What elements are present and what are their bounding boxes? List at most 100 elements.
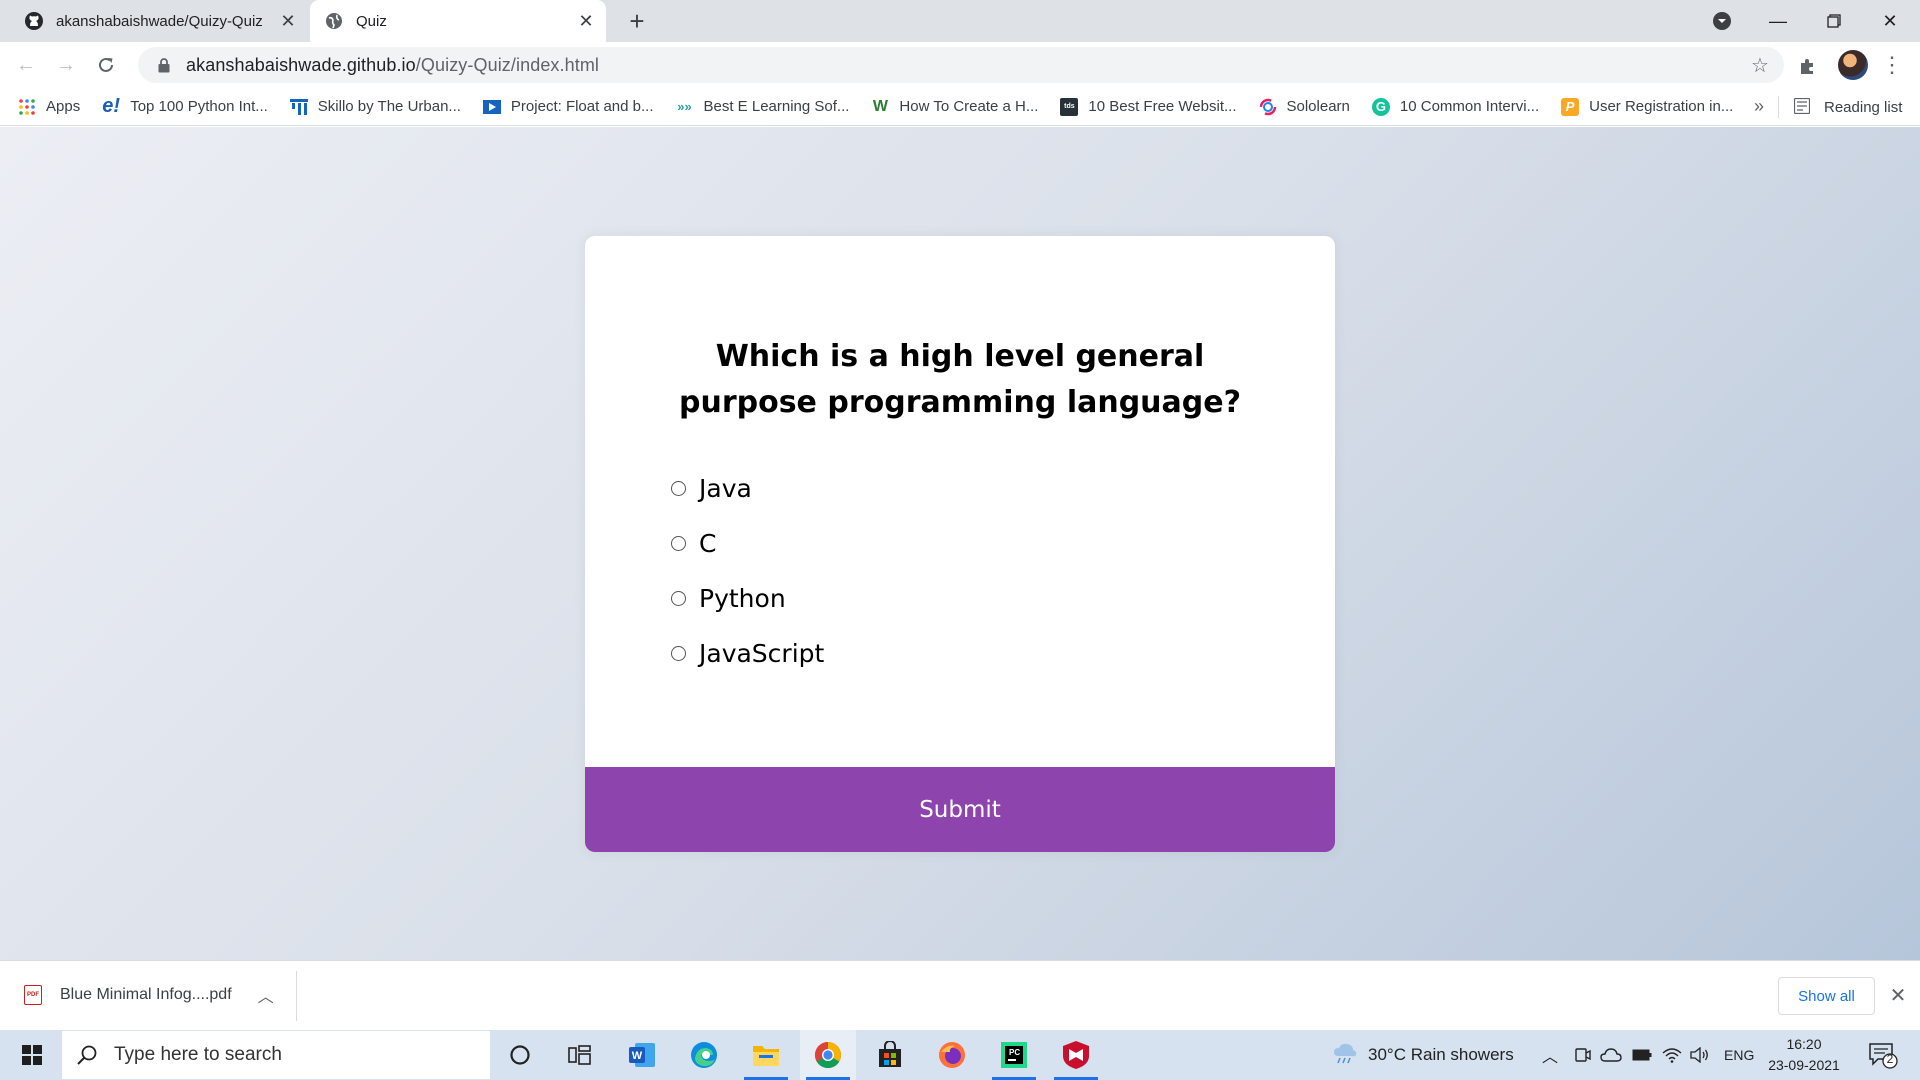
answer-list: Java C Python JavaScript <box>671 461 824 681</box>
address-bar[interactable]: akanshabaishwade.github.io/Quizy-Quiz/in… <box>138 47 1784 83</box>
profile-avatar[interactable] <box>1838 50 1868 80</box>
weather-widget[interactable]: 30°C Rain showers <box>1332 1030 1514 1080</box>
bookmark-item[interactable]: Sololearn <box>1259 98 1350 116</box>
answer-option[interactable]: C <box>671 516 824 571</box>
svg-text:W: W <box>632 1050 643 1062</box>
show-all-button[interactable]: Show all <box>1778 977 1875 1015</box>
answer-option[interactable]: Java <box>671 461 824 516</box>
radio-button[interactable] <box>671 481 686 496</box>
tab-search-icon[interactable] <box>1710 9 1734 33</box>
clock-time: 16:20 <box>1786 1036 1822 1052</box>
radio-button[interactable] <box>671 536 686 551</box>
w-icon: W <box>872 97 888 115</box>
tab-title: Quiz <box>356 12 387 30</box>
reading-list-button[interactable]: Reading list <box>1793 88 1902 126</box>
onedrive-icon[interactable] <box>1600 1030 1622 1080</box>
bookmark-label: Best E Learning Sof... <box>703 98 850 115</box>
close-tab-icon[interactable]: ✕ <box>276 9 300 33</box>
bookmark-apps[interactable]: Apps <box>18 98 80 116</box>
chrome-icon[interactable] <box>800 1030 856 1080</box>
answer-label[interactable]: Python <box>699 584 786 613</box>
mcafee-icon[interactable] <box>1048 1030 1104 1080</box>
close-window-icon[interactable]: ✕ <box>1862 0 1918 42</box>
volume-icon[interactable] <box>1690 1030 1710 1080</box>
bookmark-item[interactable]: »» Best E Learning Sof... <box>676 98 850 116</box>
back-icon[interactable]: ← <box>10 49 42 81</box>
forward-icon[interactable]: → <box>50 49 82 81</box>
language-indicator[interactable]: ENG <box>1724 1030 1754 1080</box>
store-icon[interactable] <box>862 1030 918 1080</box>
windows-start-icon[interactable] <box>8 1030 56 1080</box>
windows-taskbar: Type here to search W PC 30°C Rain showe… <box>0 1030 1920 1080</box>
system-clock[interactable]: 16:20 23-09-2021 <box>1764 1034 1844 1076</box>
search-placeholder: Type here to search <box>114 1044 282 1065</box>
bookmark-item[interactable]: W How To Create a H... <box>871 97 1039 116</box>
chevrons-icon: »» <box>677 99 692 114</box>
close-shelf-icon[interactable]: ✕ <box>1886 983 1910 1007</box>
taskbar-search-box[interactable]: Type here to search <box>62 1031 490 1079</box>
extensions-icon[interactable] <box>1796 54 1820 78</box>
bookmark-label: Skillo by The Urban... <box>317 98 461 115</box>
radio-button[interactable] <box>671 591 686 606</box>
answer-label[interactable]: JavaScript <box>699 639 824 668</box>
show-hidden-icons[interactable]: ︿ <box>1542 1030 1558 1080</box>
page-content: Which is a high level general purpose pr… <box>0 127 1920 960</box>
bookmark-star-icon[interactable]: ☆ <box>1748 53 1772 77</box>
new-tab-button[interactable]: + <box>622 6 652 36</box>
tds-icon: tds <box>1060 97 1079 116</box>
download-item[interactable]: PDF Blue Minimal Infog....pdf ︿ <box>24 977 274 1013</box>
menu-icon[interactable]: ⋮ <box>1880 50 1904 80</box>
answer-option[interactable]: Python <box>671 571 824 626</box>
url-path: /Quizy-Quiz/index.html <box>415 54 600 75</box>
bookmark-item[interactable]: G 10 Common Intervi... <box>1371 97 1539 116</box>
word-icon[interactable]: W <box>614 1030 670 1080</box>
cortana-icon[interactable] <box>492 1030 548 1080</box>
meet-now-icon[interactable] <box>1574 1030 1592 1080</box>
answer-option[interactable]: JavaScript <box>671 626 824 681</box>
bookmark-label: User Registration in... <box>1589 98 1734 115</box>
wifi-icon[interactable] <box>1662 1030 1682 1080</box>
answer-label[interactable]: Java <box>699 474 752 503</box>
pdf-file-icon: PDF <box>24 985 42 1005</box>
download-shelf: PDF Blue Minimal Infog....pdf ︿ Show all… <box>0 960 1920 1030</box>
tab-title: akanshabaishwade/Quizy-Quiz <box>56 12 263 30</box>
browser-toolbar: ← → akanshabaishwade.github.io/Quizy-Qui… <box>0 42 1920 88</box>
answer-label[interactable]: C <box>699 529 716 558</box>
bookmark-item[interactable]: e! Top 100 Python Int... <box>102 95 268 117</box>
clock-date: 23-09-2021 <box>1768 1057 1840 1073</box>
submit-button[interactable]: Submit <box>585 767 1335 852</box>
shelf-divider <box>296 971 297 1021</box>
svg-text:PC: PC <box>1009 1048 1020 1057</box>
reading-list-icon <box>1793 97 1812 116</box>
weather-text: 30°C Rain showers <box>1368 1045 1514 1064</box>
quiz-card: Which is a high level general purpose pr… <box>585 236 1335 852</box>
tab-github[interactable]: akanshabaishwade/Quizy-Quiz ✕ <box>12 0 308 42</box>
restore-icon[interactable] <box>1806 0 1862 42</box>
tab-quiz[interactable]: Quiz ✕ <box>310 0 606 42</box>
close-tab-icon[interactable]: ✕ <box>574 9 598 33</box>
radio-button[interactable] <box>671 646 686 661</box>
bookmark-item[interactable]: Skillo by The Urban... <box>289 98 461 116</box>
file-explorer-icon[interactable] <box>738 1030 794 1080</box>
task-view-icon[interactable] <box>552 1030 608 1080</box>
apps-grid-icon <box>18 98 36 116</box>
chevron-up-icon[interactable]: ︿ <box>258 983 274 1007</box>
reload-icon[interactable] <box>90 49 122 81</box>
video-icon <box>482 98 501 116</box>
edge-icon[interactable] <box>676 1030 732 1080</box>
minimize-icon[interactable]: — <box>1750 0 1806 42</box>
notification-center-icon[interactable]: 2 <box>1868 1040 1898 1070</box>
weather-rain-icon <box>1332 1042 1358 1069</box>
bookmark-item[interactable]: tds 10 Best Free Websit... <box>1060 97 1237 116</box>
search-icon <box>76 1044 98 1066</box>
more-bookmarks-icon[interactable]: » <box>1754 96 1764 117</box>
pycharm-icon[interactable]: PC <box>986 1030 1042 1080</box>
bookmark-item[interactable]: Project: Float and b... <box>482 98 654 116</box>
battery-icon[interactable] <box>1632 1030 1652 1080</box>
bookmark-item[interactable]: P User Registration in... <box>1561 97 1734 116</box>
lock-icon[interactable] <box>152 53 176 77</box>
firefox-icon[interactable] <box>924 1030 980 1080</box>
tab-strip: akanshabaishwade/Quizy-Quiz ✕ Quiz ✕ + —… <box>0 0 1920 42</box>
url-host: akanshabaishwade.github.io <box>186 54 416 75</box>
bookmark-label: Sololearn <box>1286 98 1350 115</box>
